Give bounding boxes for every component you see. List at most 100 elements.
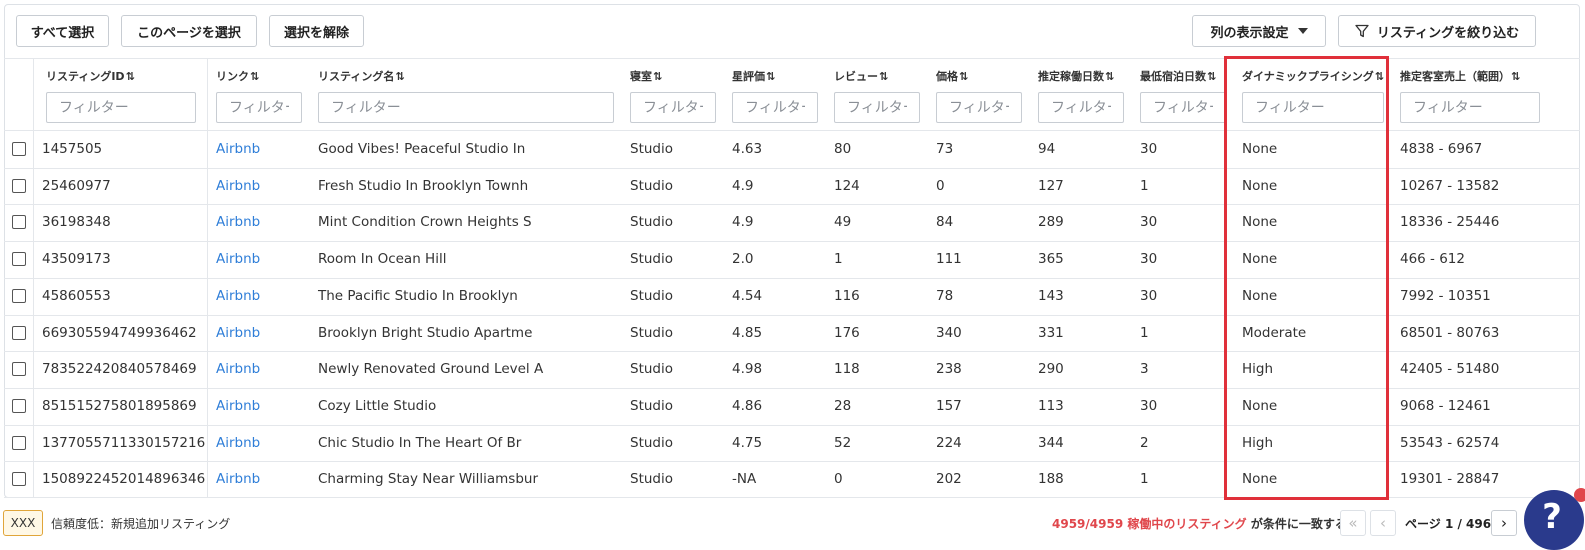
prev-page-button[interactable]: ‹ bbox=[1370, 510, 1396, 536]
row-checkbox[interactable] bbox=[12, 252, 26, 267]
sort-icon[interactable]: ⇅ bbox=[653, 70, 662, 83]
table-cell: Studio bbox=[630, 471, 673, 488]
row-divider bbox=[4, 168, 1580, 169]
column-filter-input[interactable] bbox=[1038, 92, 1124, 123]
table-cell: 3 bbox=[1140, 361, 1149, 378]
listing-count: 4959/4959 稼働中のリスティング bbox=[1052, 517, 1247, 531]
listing-link[interactable]: Airbnb bbox=[216, 471, 260, 487]
column-filter-input[interactable] bbox=[1400, 92, 1540, 123]
column-header-3[interactable]: 寝室⇅ bbox=[630, 68, 662, 84]
deselect-button[interactable]: 選択を解除 bbox=[269, 15, 364, 47]
table-cell: 36198348 bbox=[42, 214, 111, 231]
sort-icon[interactable]: ⇅ bbox=[395, 70, 404, 83]
column-filter-input[interactable] bbox=[1140, 92, 1226, 123]
column-divider bbox=[33, 59, 34, 497]
table-bottom-divider bbox=[4, 497, 1580, 498]
table-cell: 1 bbox=[1140, 177, 1149, 194]
column-filter-input[interactable] bbox=[1242, 92, 1384, 123]
listing-link[interactable]: Airbnb bbox=[216, 178, 260, 194]
row-checkbox[interactable] bbox=[12, 178, 26, 193]
table-cell: 43509173 bbox=[42, 251, 111, 268]
sort-icon[interactable]: ⇅ bbox=[879, 70, 888, 83]
table-cell: 42405 - 51480 bbox=[1400, 361, 1500, 378]
table-cell: Good Vibes! Peaceful Studio In bbox=[318, 141, 526, 157]
sort-icon[interactable]: ⇅ bbox=[1105, 70, 1114, 83]
column-settings-button[interactable]: 列の表示設定 bbox=[1192, 15, 1326, 47]
column-header-5[interactable]: レビュー⇅ bbox=[834, 68, 888, 84]
column-header-6[interactable]: 価格⇅ bbox=[936, 68, 968, 84]
column-header-4[interactable]: 星評価⇅ bbox=[732, 68, 775, 84]
table-cell: Studio bbox=[630, 324, 673, 341]
sort-icon[interactable]: ⇅ bbox=[1511, 70, 1520, 83]
column-header-label: 星評価 bbox=[732, 70, 765, 83]
row-checkbox[interactable] bbox=[12, 435, 26, 450]
table-cell: 4.85 bbox=[732, 324, 763, 341]
table-cell: High bbox=[1242, 434, 1274, 451]
table-cell: 49 bbox=[834, 214, 852, 231]
table-cell: 30 bbox=[1140, 397, 1158, 414]
table-cell: Fresh Studio In Brooklyn Townh bbox=[318, 177, 529, 194]
question-icon: ? bbox=[1542, 497, 1562, 537]
table-cell: None bbox=[1242, 287, 1278, 304]
column-filter-input[interactable] bbox=[834, 92, 920, 123]
column-header-10[interactable]: 推定客室売上（範囲）⇅ bbox=[1400, 68, 1520, 84]
row-checkbox[interactable] bbox=[12, 215, 26, 230]
column-header-2[interactable]: リスティング名⇅ bbox=[318, 68, 405, 84]
column-settings-label: 列の表示設定 bbox=[1210, 25, 1289, 41]
row-checkbox[interactable] bbox=[12, 325, 26, 340]
row-checkbox[interactable] bbox=[12, 362, 26, 377]
table-cell: 290 bbox=[1038, 361, 1064, 378]
column-header-0[interactable]: リスティングID⇅ bbox=[46, 68, 135, 84]
column-header-1[interactable]: リンク⇅ bbox=[216, 68, 259, 84]
column-filter-input[interactable] bbox=[732, 92, 818, 123]
sort-icon[interactable]: ⇅ bbox=[1375, 70, 1384, 83]
row-divider bbox=[4, 204, 1580, 205]
table-cell: Newly Renovated Ground Level A bbox=[318, 361, 544, 378]
sort-icon[interactable]: ⇅ bbox=[250, 70, 259, 83]
select-all-button[interactable]: すべて選択 bbox=[16, 15, 109, 47]
listing-link[interactable]: Airbnb bbox=[216, 288, 260, 304]
table-cell: None bbox=[1242, 251, 1278, 268]
deselect-label: 選択を解除 bbox=[283, 25, 349, 41]
match-status: 4959/4959 稼働中のリスティング が条件に一致する bbox=[1052, 515, 1347, 532]
sort-icon[interactable]: ⇅ bbox=[1207, 70, 1216, 83]
table-cell: 84 bbox=[936, 214, 954, 231]
listing-link[interactable]: Airbnb bbox=[216, 251, 260, 267]
column-filter-input[interactable] bbox=[318, 92, 614, 123]
table-cell: Room In Ocean Hill bbox=[318, 251, 447, 268]
first-page-button[interactable]: « bbox=[1340, 510, 1366, 536]
column-header-9[interactable]: ダイナミックプライシング⇅ bbox=[1242, 68, 1384, 84]
column-filter-input[interactable] bbox=[936, 92, 1022, 123]
next-page-button[interactable]: › bbox=[1491, 510, 1517, 536]
column-header-7[interactable]: 推定稼働日数⇅ bbox=[1038, 68, 1114, 84]
sort-icon[interactable]: ⇅ bbox=[766, 70, 775, 83]
listing-link[interactable]: Airbnb bbox=[216, 325, 260, 341]
table-cell: Studio bbox=[630, 177, 673, 194]
column-filter-input[interactable] bbox=[630, 92, 716, 123]
sort-icon[interactable]: ⇅ bbox=[126, 70, 135, 83]
row-checkbox[interactable] bbox=[12, 472, 26, 487]
filter-listings-button[interactable]: リスティングを絞り込む bbox=[1338, 15, 1536, 47]
table-cell: 340 bbox=[936, 324, 962, 341]
table-cell: 94 bbox=[1038, 141, 1056, 157]
table-cell: Studio bbox=[630, 141, 673, 157]
select-page-button[interactable]: このページを選択 bbox=[121, 15, 257, 47]
listing-link[interactable]: Airbnb bbox=[216, 214, 260, 230]
column-filter-input[interactable] bbox=[46, 92, 196, 123]
table-cell: None bbox=[1242, 141, 1278, 157]
table-cell: 25460977 bbox=[42, 177, 111, 194]
row-checkbox[interactable] bbox=[12, 142, 26, 156]
listing-link[interactable]: Airbnb bbox=[216, 361, 260, 377]
listing-link[interactable]: Airbnb bbox=[216, 435, 260, 451]
column-header-8[interactable]: 最低宿泊日数⇅ bbox=[1140, 68, 1216, 84]
row-checkbox[interactable] bbox=[12, 398, 26, 413]
listing-link[interactable]: Airbnb bbox=[216, 398, 260, 414]
table-cell: Mint Condition Crown Heights S bbox=[318, 214, 532, 231]
table-cell: 30 bbox=[1140, 141, 1158, 157]
column-filter-input[interactable] bbox=[216, 92, 302, 123]
table-cell: 0 bbox=[936, 177, 945, 194]
sort-icon[interactable]: ⇅ bbox=[959, 70, 968, 83]
row-checkbox[interactable] bbox=[12, 288, 26, 303]
listing-link[interactable]: Airbnb bbox=[216, 141, 260, 157]
table-cell: 4.9 bbox=[732, 214, 754, 231]
